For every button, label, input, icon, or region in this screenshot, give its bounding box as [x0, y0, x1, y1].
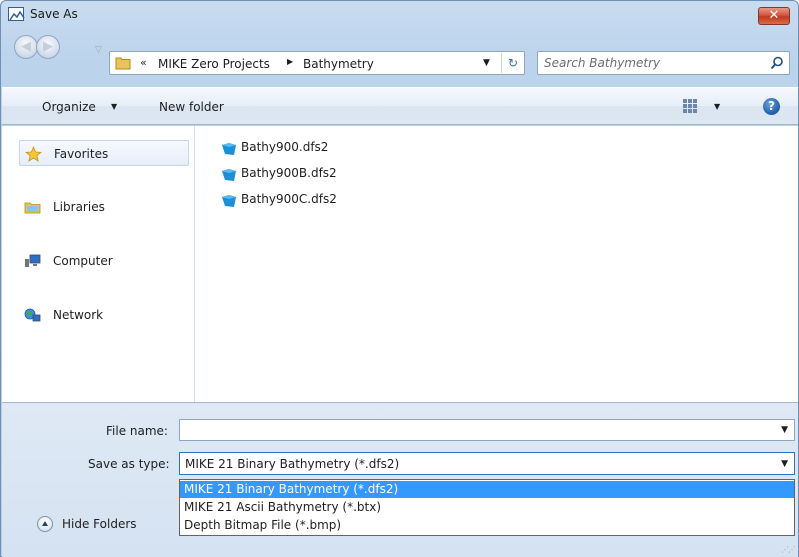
new-folder-button[interactable]: New folder [159, 100, 224, 114]
hide-folders-label: Hide Folders [62, 517, 137, 531]
type-option[interactable]: MIKE 21 Ascii Bathymetry (*.btx) [180, 499, 794, 516]
back-arrow-icon: ◀ [21, 39, 31, 54]
main-area: Favorites Libraries Computer Network Bat… [2, 126, 798, 402]
nav-item-network[interactable]: Network [19, 302, 189, 328]
collapse-up-icon [37, 516, 53, 532]
file-name-dropdown-icon[interactable]: ▼ [781, 425, 788, 435]
dfs2-file-icon [221, 194, 237, 208]
navigation-pane: Favorites Libraries Computer Network [2, 126, 195, 402]
search-input[interactable] [544, 55, 759, 71]
address-overflow-chevron[interactable]: « [140, 56, 147, 69]
address-bar[interactable]: « MIKE Zero Projects ▶ Bathymetry ▼ ↻ [109, 51, 525, 75]
type-option[interactable]: Depth Bitmap File (*.bmp) [180, 517, 794, 534]
dfs2-file-icon [221, 168, 237, 182]
file-name-combobox: ▼ [179, 419, 795, 441]
nav-buttons: ◀ ▶ [14, 35, 62, 61]
save-as-type-label: Save as type: [88, 457, 170, 471]
help-button[interactable]: ? [763, 98, 780, 115]
network-icon [24, 307, 41, 323]
command-toolbar: Organize ▼ New folder ▼ ? [2, 87, 798, 125]
libraries-icon [24, 199, 41, 215]
close-button[interactable]: ✕ [758, 7, 790, 25]
nav-item-libraries[interactable]: Libraries [19, 194, 189, 220]
forward-arrow-icon: ▶ [43, 39, 53, 54]
nav-item-label: Network [53, 308, 104, 322]
file-item[interactable]: Bathy900B.dfs2 [218, 164, 518, 190]
nav-item-favorites[interactable]: Favorites [19, 140, 189, 166]
file-item[interactable]: Bathy900.dfs2 [218, 138, 518, 164]
recent-locations-dropdown[interactable]: ▽ [95, 45, 102, 55]
window-title: Save As [30, 7, 78, 21]
save-as-dialog: Save As ✕ ◀ ▶ ▽ « MIKE Zero Projects ▶ B… [0, 0, 799, 557]
file-list: Bathy900.dfs2 Bathy900B.dfs2 Bathy900C.d… [218, 138, 518, 216]
file-item[interactable]: Bathy900C.dfs2 [218, 190, 518, 216]
organize-dropdown-icon[interactable]: ▼ [111, 102, 117, 111]
title-bar[interactable]: Save As ✕ [1, 1, 798, 27]
nav-item-label: Favorites [54, 147, 109, 161]
save-as-type-dropdown-icon[interactable]: ▼ [781, 459, 788, 469]
folder-icon [115, 56, 131, 70]
computer-icon [24, 253, 41, 269]
search-icon[interactable] [770, 56, 784, 70]
back-button[interactable]: ◀ [14, 35, 38, 59]
resize-grip-icon[interactable]: ⋰⋰ [781, 545, 796, 554]
search-box [537, 51, 790, 75]
file-name-input[interactable] [184, 421, 774, 439]
nav-item-label: Libraries [53, 200, 105, 214]
save-as-type-value: MIKE 21 Binary Bathymetry (*.dfs2) [185, 457, 400, 471]
nav-item-computer[interactable]: Computer [19, 248, 189, 274]
dfs2-file-icon [221, 142, 237, 156]
views-dropdown-icon[interactable]: ▼ [714, 102, 720, 111]
refresh-button[interactable]: ↻ [501, 53, 524, 73]
file-name: Bathy900C.dfs2 [241, 192, 337, 206]
file-name-label: File name: [106, 424, 168, 438]
save-as-app-icon [8, 7, 25, 21]
breadcrumb-separator-icon[interactable]: ▶ [287, 57, 293, 66]
forward-button[interactable]: ▶ [36, 35, 60, 59]
views-icon[interactable] [682, 98, 698, 114]
save-as-type-options: MIKE 21 Binary Bathymetry (*.dfs2) MIKE … [179, 479, 795, 536]
save-as-type-select[interactable]: MIKE 21 Binary Bathymetry (*.dfs2) ▼ [179, 452, 795, 475]
type-option[interactable]: MIKE 21 Binary Bathymetry (*.dfs2) [180, 481, 794, 498]
nav-item-label: Computer [53, 254, 113, 268]
save-form: File name: ▼ Save as type: MIKE 21 Binar… [2, 402, 798, 557]
file-name: Bathy900B.dfs2 [241, 166, 337, 180]
breadcrumb-bathymetry[interactable]: Bathymetry [303, 57, 374, 71]
organize-button[interactable]: Organize [42, 100, 96, 114]
breadcrumb-mike-zero-projects[interactable]: MIKE Zero Projects [158, 57, 270, 71]
address-dropdown-icon[interactable]: ▼ [483, 58, 490, 68]
file-name: Bathy900.dfs2 [241, 140, 329, 154]
star-icon [24, 145, 43, 162]
